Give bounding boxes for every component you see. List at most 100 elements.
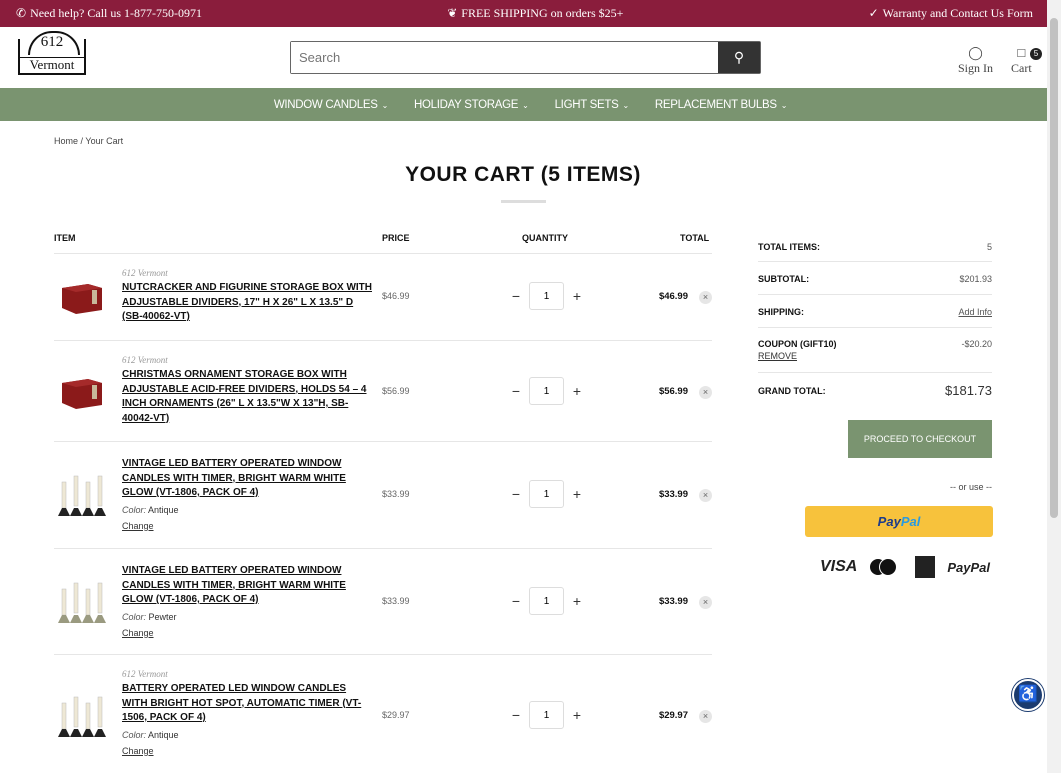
product-name-link[interactable]: NUTCRACKER AND FIGURINE STORAGE BOX WITH…: [122, 281, 372, 325]
grand-total-value: $181.73: [945, 383, 992, 398]
close-icon: ×: [702, 597, 709, 607]
decrease-quantity-button[interactable]: −: [509, 288, 523, 304]
quantity-input[interactable]: [529, 377, 564, 405]
line-total: $33.99: [658, 596, 688, 607]
remove-coupon-link[interactable]: REMOVE: [758, 351, 837, 361]
product-image[interactable]: [58, 371, 106, 411]
unit-price: $56.99: [382, 386, 410, 396]
phone-icon: ✆: [16, 6, 27, 20]
product-info: 612 Vermont BATTERY OPERATED LED WINDOW C…: [122, 669, 372, 756]
quantity-stepper: −+: [509, 587, 584, 615]
quantity-input[interactable]: [529, 282, 564, 310]
col-price: PRICE: [382, 233, 410, 243]
paypal-button[interactable]: Pay Pal: [805, 506, 993, 537]
change-option-link[interactable]: Change: [122, 521, 372, 531]
product-info: 612 Vermont CHRISTMAS ORNAMENT STORAGE BO…: [122, 355, 372, 426]
cart-icon: □: [1017, 45, 1026, 60]
decrease-quantity-button[interactable]: −: [509, 383, 523, 399]
remove-item-button[interactable]: ×: [699, 386, 712, 399]
increase-quantity-button[interactable]: +: [570, 383, 584, 399]
cart-link[interactable]: □ Cart: [1011, 45, 1032, 76]
nav-item-window-candles[interactable]: WINDOW CANDLES ⌄: [274, 99, 389, 111]
product-image[interactable]: [58, 276, 106, 316]
remove-item-button[interactable]: ×: [699, 710, 712, 723]
free-shipping-banner: ❦ FREE SHIPPING on orders $25+: [447, 6, 624, 20]
decrease-quantity-button[interactable]: −: [509, 486, 523, 502]
close-icon: ×: [702, 292, 709, 302]
total-items-label: TOTAL ITEMS:: [758, 242, 820, 252]
increase-quantity-button[interactable]: +: [570, 707, 584, 723]
remove-item-button[interactable]: ×: [699, 291, 712, 304]
shipping-label: SHIPPING:: [758, 307, 805, 317]
increase-quantity-button[interactable]: +: [570, 593, 584, 609]
quantity-input[interactable]: [529, 587, 564, 615]
product-info: VINTAGE LED BATTERY OPERATED WINDOW CAND…: [122, 457, 372, 531]
scrollbar[interactable]: [1047, 0, 1061, 773]
coupon-value: -$20.20: [961, 339, 992, 349]
subtotal-value: $201.93: [959, 274, 992, 284]
product-brand: 612 Vermont: [122, 268, 168, 278]
search-button[interactable]: ⚲: [718, 42, 760, 73]
increase-quantity-button[interactable]: +: [570, 486, 584, 502]
breadcrumb-home[interactable]: Home: [54, 136, 78, 146]
product-brand: 612 Vermont: [122, 669, 168, 679]
quantity-stepper: −+: [509, 282, 584, 310]
breadcrumb-current: Your Cart: [85, 136, 124, 146]
logo[interactable]: 612 Vermont: [18, 31, 86, 75]
page-title: YOUR CART (5 ITEMS): [405, 163, 641, 186]
or-use-text: -- or use --: [949, 482, 992, 492]
unit-price: $29.97: [382, 710, 410, 720]
remove-item-button[interactable]: ×: [699, 596, 712, 609]
check-badge-icon: ✓: [868, 6, 879, 20]
product-image[interactable]: [58, 470, 106, 518]
nav-item-holiday-storage[interactable]: HOLIDAY STORAGE ⌄: [414, 99, 529, 111]
close-icon: ×: [702, 387, 709, 397]
increase-quantity-button[interactable]: +: [570, 288, 584, 304]
decrease-quantity-button[interactable]: −: [509, 593, 523, 609]
chevron-down-icon: ⌄: [522, 100, 529, 110]
chevron-down-icon: ⌄: [780, 100, 788, 110]
paypal-icon: PayPal: [947, 559, 990, 575]
unit-price: $33.99: [382, 489, 410, 499]
product-image[interactable]: [58, 691, 106, 739]
quantity-stepper: −+: [509, 701, 584, 729]
help-phone[interactable]: ✆ Need help? Call us 1-877-750-0971: [16, 6, 202, 21]
nav-item-light-sets[interactable]: LIGHT SETS ⌄: [555, 99, 630, 111]
remove-item-button[interactable]: ×: [699, 489, 712, 502]
scrollbar-thumb[interactable]: [1050, 18, 1058, 518]
sign-in-link[interactable]: ◯ Sign In: [958, 45, 993, 76]
accessibility-button[interactable]: ♿: [1012, 679, 1044, 711]
line-total: $56.99: [658, 386, 688, 397]
product-info: 612 Vermont NUTCRACKER AND FIGURINE STORA…: [122, 268, 372, 325]
unit-price: $33.99: [382, 596, 410, 606]
shipping-add-info-link[interactable]: Add Info: [958, 307, 992, 327]
nav-item-replacement-bulbs[interactable]: REPLACEMENT BULBS ⌄: [655, 99, 788, 111]
warranty-link[interactable]: ✓ Warranty and Contact Us Form: [869, 6, 1033, 21]
user-icon: ◯: [968, 45, 983, 60]
product-name-link[interactable]: CHRISTMAS ORNAMENT STORAGE BOX WITH ADJU…: [122, 368, 372, 426]
decrease-quantity-button[interactable]: −: [509, 707, 523, 723]
amex-icon: [915, 556, 936, 578]
change-option-link[interactable]: Change: [122, 628, 372, 638]
product-name-link[interactable]: BATTERY OPERATED LED WINDOW CANDLES WITH…: [122, 682, 372, 726]
product-name-link[interactable]: VINTAGE LED BATTERY OPERATED WINDOW CAND…: [122, 564, 372, 608]
product-name-link[interactable]: VINTAGE LED BATTERY OPERATED WINDOW CAND…: [122, 457, 372, 501]
quantity-stepper: −+: [509, 377, 584, 405]
product-image[interactable]: [58, 577, 106, 625]
search-input[interactable]: [291, 42, 718, 73]
cart-item-row: VINTAGE LED BATTERY OPERATED WINDOW CAND…: [54, 548, 712, 655]
quantity-input[interactable]: [529, 480, 564, 508]
coupon-label: COUPON (GIFT10): [758, 339, 837, 349]
change-option-link[interactable]: Change: [122, 746, 372, 756]
quantity-input[interactable]: [529, 701, 564, 729]
mastercard-icon: [869, 558, 898, 576]
proceed-to-checkout-button[interactable]: PROCEED TO CHECKOUT: [848, 420, 992, 458]
unit-price: $46.99: [382, 291, 410, 301]
breadcrumb: Home / Your Cart: [54, 136, 124, 146]
chevron-down-icon: ⌄: [622, 100, 629, 110]
cart-item-row: 612 Vermont BATTERY OPERATED LED WINDOW C…: [54, 654, 712, 773]
quantity-stepper: −+: [509, 480, 584, 508]
search-bar: ⚲: [290, 41, 761, 74]
cart-item-row: 612 Vermont NUTCRACKER AND FIGURINE STORA…: [54, 253, 712, 341]
product-info: VINTAGE LED BATTERY OPERATED WINDOW CAND…: [122, 564, 372, 638]
